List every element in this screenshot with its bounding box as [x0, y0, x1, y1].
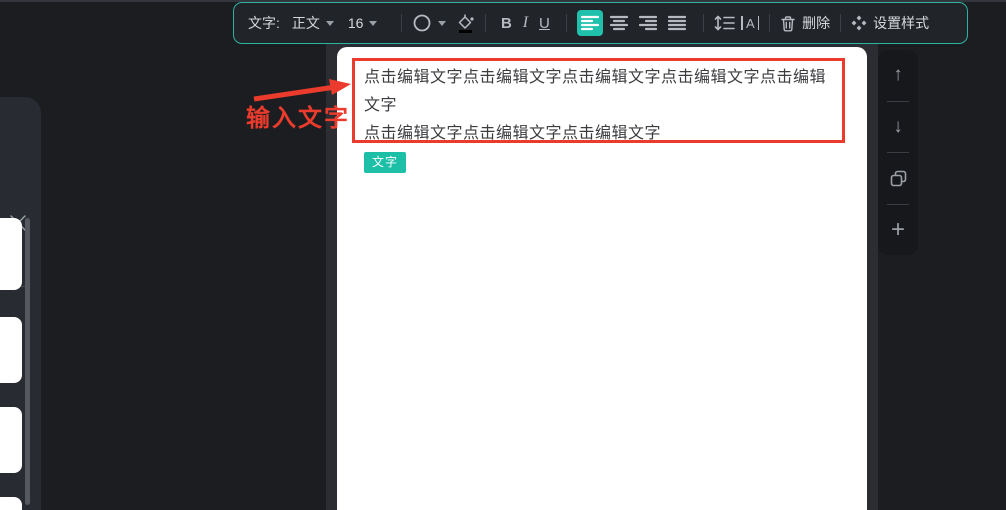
text-color-circle-icon: [412, 13, 432, 33]
align-right-icon: [639, 15, 657, 31]
chevron-down-icon: [369, 21, 377, 26]
paragraph-style-dropdown[interactable]: 正文: [292, 13, 334, 33]
toolbar-divider: [887, 101, 909, 102]
arrow-up-icon: ↑: [893, 64, 903, 86]
fill-color-button[interactable]: [456, 13, 475, 33]
letter-spacing-bar-icon: [758, 16, 760, 30]
align-right-button[interactable]: [635, 10, 661, 36]
toolbar-divider: [887, 204, 909, 205]
line-spacing-icon: [714, 15, 735, 31]
editable-textbox[interactable]: 点击编辑文字点击编辑文字点击编辑文字点击编辑文字点击编辑文字 点击编辑文字点击编…: [352, 58, 845, 143]
toolbar-separator: [769, 14, 770, 32]
paragraph-style-value: 正文: [292, 13, 320, 33]
annotation-label: 输入文字: [246, 98, 350, 133]
toolbar-separator: [401, 14, 402, 32]
delete-button[interactable]: 删除: [780, 13, 830, 33]
font-size-value: 16: [348, 15, 364, 31]
text-color-dropdown[interactable]: [412, 13, 446, 33]
bold-button[interactable]: B: [496, 15, 516, 32]
plus-icon: +: [891, 216, 905, 244]
toolbar-separator: [840, 14, 841, 32]
set-style-button[interactable]: 设置样式: [851, 13, 929, 33]
trash-icon: [780, 15, 796, 32]
letter-spacing-letter: A: [745, 16, 756, 31]
underline-button[interactable]: U: [534, 15, 554, 32]
move-up-button[interactable]: ↑: [878, 55, 918, 95]
text-format-toolbar: 文字: 正文 16 B I U: [233, 2, 968, 44]
paint-bucket-icon: [456, 13, 475, 33]
delete-label: 删除: [802, 13, 830, 33]
font-size-dropdown[interactable]: 16: [348, 15, 378, 31]
slide-thumbnail[interactable]: [0, 497, 22, 510]
textbox-line: 点击编辑文字点击编辑文字点击编辑文字: [364, 120, 842, 148]
align-center-icon: [610, 15, 628, 31]
align-left-icon: [581, 15, 599, 31]
slide-thumbnail[interactable]: [0, 218, 22, 290]
textbox-line: 点击编辑文字点击编辑文字点击编辑文字点击编辑文字点击编辑文字: [364, 64, 842, 120]
duplicate-button[interactable]: [878, 158, 918, 198]
toolbar-separator: [703, 14, 704, 32]
slide-canvas[interactable]: 点击编辑文字点击编辑文字点击编辑文字点击编辑文字点击编辑文字 点击编辑文字点击编…: [337, 47, 867, 510]
copy-icon: [890, 170, 907, 187]
toolbar-separator: [566, 14, 567, 32]
arrow-down-icon: ↓: [893, 116, 903, 138]
slide-thumbnail[interactable]: [0, 407, 22, 473]
align-justify-button[interactable]: [664, 10, 690, 36]
editor-workspace: 点击编辑文字点击编辑文字点击编辑文字点击编辑文字点击编辑文字 点击编辑文字点击编…: [326, 44, 878, 510]
element-actions-toolbar: ↑ ↓ +: [878, 50, 918, 255]
italic-button[interactable]: I: [516, 14, 534, 32]
chevron-down-icon: [438, 21, 446, 26]
text-type-badge: 文字: [364, 152, 406, 173]
align-left-button[interactable]: [577, 10, 603, 36]
add-element-button[interactable]: +: [878, 210, 918, 250]
set-style-label: 设置样式: [873, 13, 929, 33]
move-down-button[interactable]: ↓: [878, 107, 918, 147]
left-panel-scrollbar[interactable]: [25, 218, 30, 505]
slide-thumbnail[interactable]: [0, 317, 22, 383]
toolbar-divider: [887, 152, 909, 153]
align-center-button[interactable]: [606, 10, 632, 36]
chevron-down-icon: [326, 21, 334, 26]
toolbar-separator: [485, 14, 486, 32]
style-diamonds-icon: [851, 15, 867, 31]
letter-spacing-bar-icon: [741, 16, 743, 30]
toolbar-text-label: 文字:: [248, 13, 280, 33]
line-spacing-button[interactable]: [714, 15, 735, 31]
letter-spacing-button[interactable]: A: [741, 16, 759, 31]
align-justify-icon: [668, 15, 686, 31]
left-slide-panel: [0, 97, 41, 510]
